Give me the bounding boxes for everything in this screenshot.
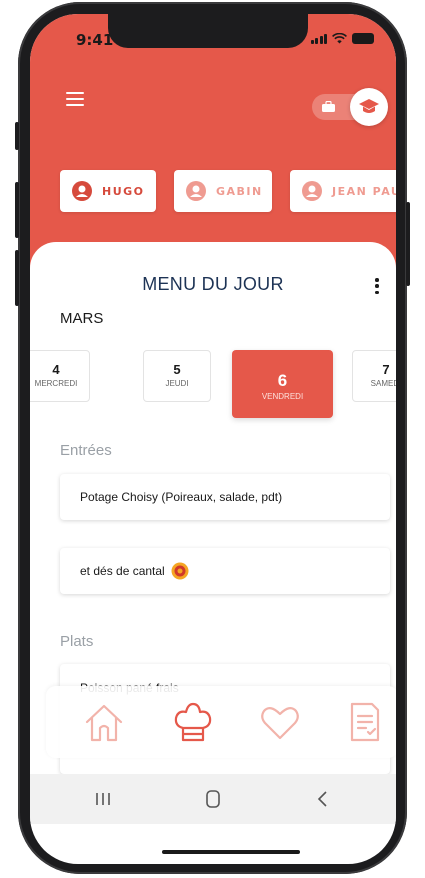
- power-button: [406, 202, 410, 286]
- status-time: 9:41: [76, 31, 114, 49]
- user-avatar-icon: [186, 181, 206, 201]
- day-name: JEUDI: [165, 379, 189, 388]
- android-nav-bar: [30, 774, 396, 824]
- toggle-knob[interactable]: [350, 88, 388, 126]
- notch: [108, 14, 308, 48]
- dish-card[interactable]: et dés de cantal: [60, 548, 390, 594]
- day-card-jeudi[interactable]: 5 JEUDI: [143, 350, 211, 402]
- more-options-icon[interactable]: [374, 278, 380, 294]
- chef-hat-icon[interactable]: [171, 700, 215, 744]
- home-indicator[interactable]: [162, 850, 300, 854]
- volume-up-button: [15, 182, 19, 238]
- bottom-navigation: [46, 686, 396, 758]
- user-avatar-icon: [302, 181, 322, 201]
- aop-label-icon: [171, 562, 189, 580]
- section-label-plats: Plats: [60, 633, 94, 650]
- graduation-cap-icon: [359, 99, 379, 113]
- day-name: SAMEDI: [370, 379, 396, 388]
- user-avatar-icon: [72, 181, 92, 201]
- day-card-mercredi[interactable]: 4 MERCREDI: [30, 350, 90, 402]
- profile-name: GABIN: [216, 184, 263, 198]
- dish-card[interactable]: Potage Choisy (Poireaux, salade, pdt): [60, 474, 390, 520]
- home-button-icon[interactable]: [202, 788, 224, 810]
- profile-selector: HUGO GABIN JEAN PAUL: [60, 170, 396, 212]
- home-icon[interactable]: [82, 700, 126, 744]
- month-label: MARS: [60, 310, 104, 327]
- status-bar: 9:41: [30, 14, 396, 58]
- app-screen: 9:41 HUGO GABIN JEAN PA MENU DU JOUR MAR…: [30, 14, 396, 864]
- dish-name: Potage Choisy (Poireaux, salade, pdt): [80, 490, 283, 504]
- heart-icon[interactable]: [258, 700, 302, 744]
- profile-chip-hugo[interactable]: HUGO: [60, 170, 156, 212]
- section-label-entrees: Entrées: [60, 442, 112, 459]
- day-card-vendredi[interactable]: 6 VENDREDI: [232, 350, 333, 418]
- hamburger-menu-icon[interactable]: [66, 92, 84, 106]
- page-title: MENU DU JOUR: [142, 274, 284, 294]
- day-card-samedi[interactable]: 7 SAMEDI: [352, 350, 396, 402]
- profile-name: JEAN PAUL: [332, 184, 396, 198]
- signal-icon: [310, 33, 327, 44]
- day-number: 6: [277, 371, 288, 390]
- day-number: 7: [382, 362, 390, 377]
- profile-chip-gabin[interactable]: GABIN: [174, 170, 272, 212]
- back-icon[interactable]: [312, 788, 334, 810]
- mute-switch: [15, 122, 19, 150]
- profile-chip-jean-paul[interactable]: JEAN PAUL: [290, 170, 396, 212]
- day-number: 5: [173, 362, 181, 377]
- profile-name: HUGO: [102, 184, 145, 198]
- recents-icon[interactable]: [92, 788, 114, 810]
- battery-icon: [352, 33, 374, 44]
- day-name: VENDREDI: [261, 392, 304, 401]
- day-number: 4: [52, 362, 60, 377]
- volume-down-button: [15, 250, 19, 306]
- briefcase-icon: [322, 101, 335, 112]
- day-name: MERCREDI: [34, 379, 78, 388]
- wifi-icon: [332, 33, 347, 44]
- dish-name: et dés de cantal: [80, 564, 165, 578]
- status-icons: [310, 33, 374, 44]
- document-icon[interactable]: [342, 700, 386, 744]
